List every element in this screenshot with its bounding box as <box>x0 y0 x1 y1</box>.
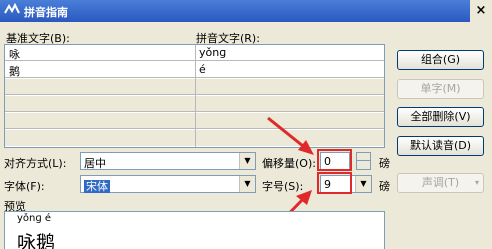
preview-ruby: yǒnɡ é <box>17 213 52 224</box>
preview-pane: yǒnɡ é 咏鹅 <box>4 211 385 249</box>
preview-text: 咏鹅 <box>17 232 56 249</box>
